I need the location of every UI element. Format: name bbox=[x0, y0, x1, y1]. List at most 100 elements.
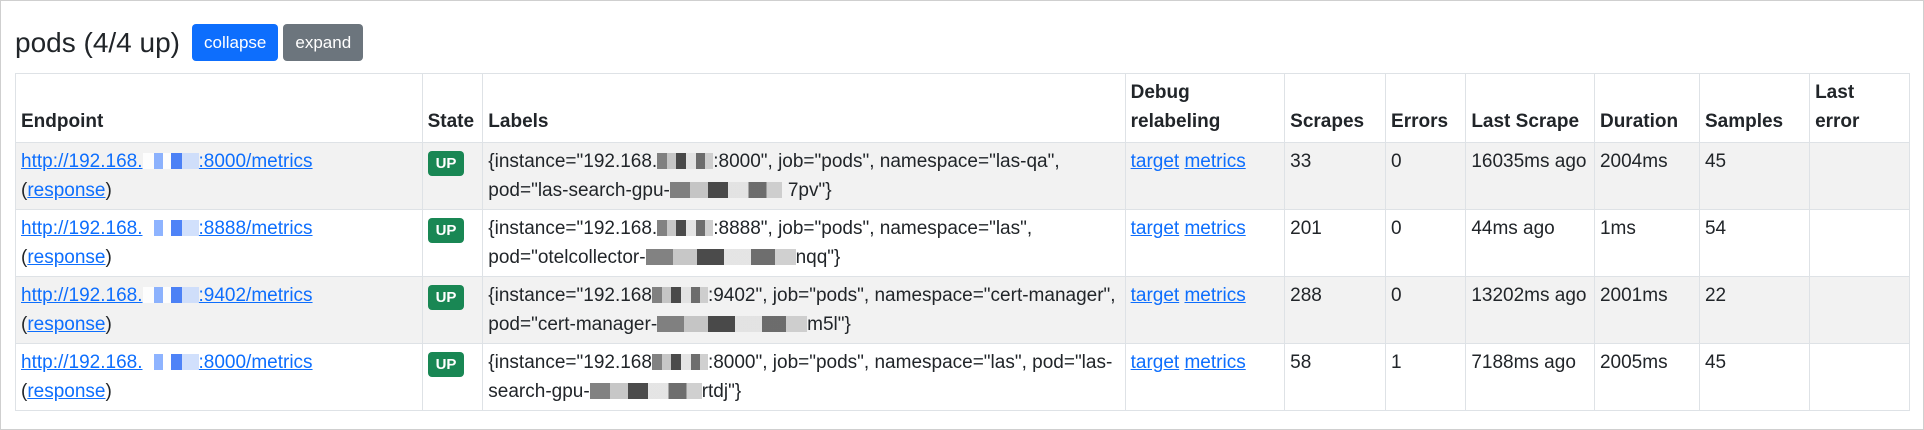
debug-cell: target metrics bbox=[1124, 209, 1286, 277]
pool-header: pods (4/4 up) collapse expand bbox=[15, 24, 364, 61]
labels-cell: {instance="192.168:9402", job="pods", na… bbox=[482, 276, 1126, 344]
redacted-ip bbox=[651, 354, 708, 370]
table-row: http://192.168.:8000/metrics (response) U… bbox=[15, 343, 1910, 411]
col-header-labels: Labels bbox=[482, 73, 1126, 143]
endpoint-suffix: :9402/metrics bbox=[198, 285, 313, 306]
samples-cell: 22 bbox=[1698, 276, 1811, 344]
response-link[interactable]: response bbox=[27, 381, 105, 402]
redacted-pod-id bbox=[645, 249, 796, 265]
redacted-ip bbox=[657, 153, 714, 169]
endpoint-link[interactable]: http://192.168. :8888/metrics bbox=[21, 218, 313, 239]
state-cell: UP bbox=[421, 276, 484, 344]
endpoint-prefix: http://192.168. bbox=[21, 218, 143, 239]
last-error-cell bbox=[1809, 142, 1910, 210]
duration-cell: 1ms bbox=[1593, 209, 1700, 277]
last-scrape-cell: 16035ms ago bbox=[1465, 142, 1595, 210]
col-header-duration: Duration bbox=[1593, 73, 1700, 143]
state-cell: UP bbox=[421, 343, 484, 411]
expand-button[interactable]: expand bbox=[283, 24, 364, 61]
endpoint-link[interactable]: http://192.168. :8000/metrics bbox=[21, 352, 313, 373]
response-link[interactable]: response bbox=[27, 247, 105, 268]
errors-cell: 1 bbox=[1385, 343, 1467, 411]
redacted-ip bbox=[657, 220, 714, 236]
pool-title: pods (4/4 up) bbox=[15, 26, 180, 58]
redacted-ip bbox=[142, 153, 199, 169]
scrapes-cell: 201 bbox=[1284, 209, 1387, 277]
endpoint-link[interactable]: http://192.168. :8000/metrics bbox=[21, 151, 313, 172]
endpoint-cell: http://192.168.:8888/metrics (response) bbox=[15, 209, 423, 277]
last-error-cell bbox=[1809, 343, 1910, 411]
targets-table-head: Endpoint State Labels Debug relabeling S… bbox=[15, 73, 1910, 143]
response-link[interactable]: response bbox=[27, 314, 105, 335]
last-error-cell bbox=[1809, 209, 1910, 277]
endpoint-prefix: http://192.168. bbox=[21, 151, 143, 172]
col-header-debug-relabeling: Debug relabeling bbox=[1124, 73, 1286, 143]
collapse-button[interactable]: collapse bbox=[192, 24, 279, 61]
samples-cell: 45 bbox=[1698, 343, 1811, 411]
samples-cell: 54 bbox=[1698, 209, 1811, 277]
table-row: http://192.168.:8888/metrics (response) U… bbox=[15, 209, 1910, 277]
col-header-samples: Samples bbox=[1698, 73, 1811, 143]
scrapes-cell: 288 bbox=[1284, 276, 1387, 344]
debug-metrics-link[interactable]: metrics bbox=[1184, 218, 1245, 239]
debug-target-link[interactable]: target bbox=[1131, 151, 1180, 172]
endpoint-suffix: :8000/metrics bbox=[198, 151, 313, 172]
duration-cell: 2004ms bbox=[1593, 142, 1700, 210]
endpoint-cell: http://192.168.:9402/metrics (response) bbox=[15, 276, 423, 344]
labels-suffix: m5l"} bbox=[807, 314, 851, 335]
redacted-ip bbox=[142, 354, 199, 370]
endpoint-link[interactable]: http://192.168. :9402/metrics bbox=[21, 285, 313, 306]
debug-metrics-link[interactable]: metrics bbox=[1184, 352, 1245, 373]
header-row: Endpoint State Labels Debug relabeling S… bbox=[15, 73, 1910, 143]
endpoint-prefix: http://192.168. bbox=[21, 285, 143, 306]
col-header-errors: Errors bbox=[1385, 73, 1467, 143]
debug-target-link[interactable]: target bbox=[1131, 352, 1180, 373]
state-cell: UP bbox=[421, 142, 484, 210]
response-link[interactable]: response bbox=[27, 180, 105, 201]
redacted-pod-id bbox=[589, 383, 702, 399]
debug-metrics-link[interactable]: metrics bbox=[1184, 285, 1245, 306]
redacted-ip bbox=[142, 287, 199, 303]
status-badge: UP bbox=[427, 151, 465, 176]
labels-prefix: {instance="192.168. bbox=[488, 151, 658, 172]
endpoint-prefix: http://192.168. bbox=[21, 352, 143, 373]
debug-cell: target metrics bbox=[1124, 142, 1286, 210]
last-scrape-cell: 7188ms ago bbox=[1465, 343, 1595, 411]
scrapes-cell: 58 bbox=[1284, 343, 1387, 411]
redacted-pod-id bbox=[657, 316, 808, 332]
last-scrape-cell: 44ms ago bbox=[1465, 209, 1595, 277]
labels-suffix: rtdj"} bbox=[701, 381, 742, 402]
status-badge: UP bbox=[427, 218, 465, 243]
last-scrape-cell: 13202ms ago bbox=[1465, 276, 1595, 344]
debug-metrics-link[interactable]: metrics bbox=[1184, 151, 1245, 172]
duration-cell: 2005ms bbox=[1593, 343, 1700, 411]
scrapes-cell: 33 bbox=[1284, 142, 1387, 210]
labels-suffix: nqq"} bbox=[795, 247, 841, 268]
redacted-pod-id bbox=[669, 182, 782, 198]
debug-cell: target metrics bbox=[1124, 276, 1286, 344]
redacted-ip bbox=[651, 287, 708, 303]
table-row: http://192.168.:9402/metrics (response) U… bbox=[15, 276, 1910, 344]
samples-cell: 45 bbox=[1698, 142, 1811, 210]
col-header-last-error: Last error bbox=[1809, 73, 1910, 143]
targets-table: Endpoint State Labels Debug relabeling S… bbox=[15, 73, 1910, 411]
debug-cell: target metrics bbox=[1124, 343, 1286, 411]
col-header-scrapes: Scrapes bbox=[1284, 73, 1387, 143]
errors-cell: 0 bbox=[1385, 142, 1467, 210]
errors-cell: 0 bbox=[1385, 276, 1467, 344]
debug-target-link[interactable]: target bbox=[1131, 218, 1180, 239]
endpoint-suffix: :8888/metrics bbox=[198, 218, 313, 239]
table-row: http://192.168.:8000/metrics (response) U… bbox=[15, 142, 1910, 210]
errors-cell: 0 bbox=[1385, 209, 1467, 277]
col-header-state: State bbox=[421, 73, 484, 143]
redacted-ip bbox=[142, 220, 199, 236]
labels-prefix: {instance="192.168. bbox=[488, 218, 658, 239]
endpoint-suffix: :8000/metrics bbox=[198, 352, 313, 373]
labels-prefix: {instance="192.168 bbox=[488, 285, 652, 306]
labels-cell: {instance="192.168.:8000", job="pods", n… bbox=[482, 142, 1126, 210]
state-cell: UP bbox=[421, 209, 484, 277]
debug-target-link[interactable]: target bbox=[1131, 285, 1180, 306]
labels-cell: {instance="192.168.:8888", job="pods", n… bbox=[482, 209, 1126, 277]
col-header-last-scrape: Last Scrape bbox=[1465, 73, 1595, 143]
status-badge: UP bbox=[427, 352, 465, 377]
